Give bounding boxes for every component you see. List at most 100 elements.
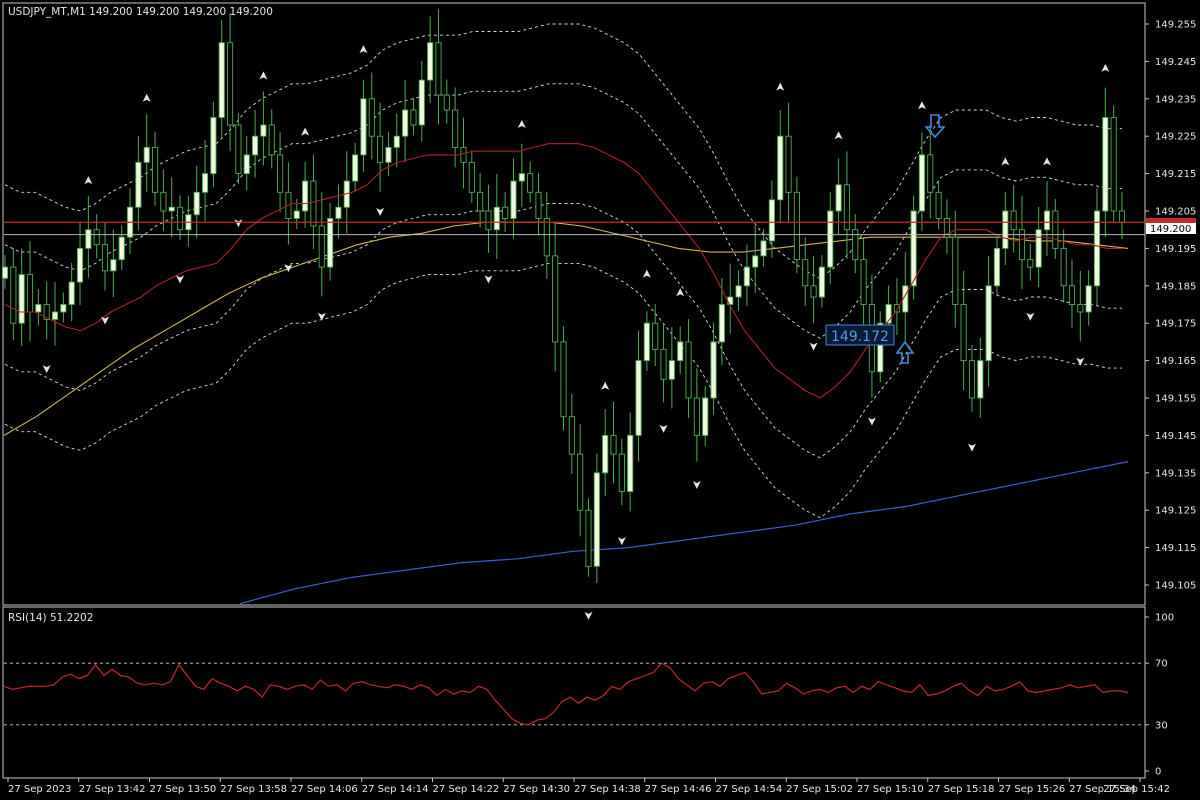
candle-body [143, 146, 150, 163]
time-tick-label: 27 Sep 15:02 [786, 784, 853, 795]
candle-body [118, 236, 125, 261]
time-tick-label: 27 Sep 15:18 [928, 784, 995, 795]
candle-body [393, 135, 400, 148]
price-tick-label: 149.185 [1155, 281, 1196, 292]
candle-body [968, 360, 976, 399]
candle-body [35, 304, 42, 313]
price-tick-label: 149.195 [1155, 244, 1196, 255]
candle-body [552, 255, 559, 343]
candle-body [585, 509, 592, 567]
candle-body [368, 98, 375, 137]
price-tick-label: 149.165 [1155, 356, 1196, 367]
time-tick-label: 27 Sep 14:22 [433, 784, 500, 795]
time-tick-label: 27 Sep 15:26 [999, 784, 1066, 795]
candle-body [110, 259, 117, 272]
candle-body [718, 304, 725, 343]
candle [1110, 105, 1117, 222]
candle-body [1118, 210, 1126, 223]
candle-body [1110, 117, 1117, 212]
candle-body [335, 206, 342, 219]
candle-body [977, 360, 984, 399]
candle-body [402, 109, 409, 137]
rsi-tick-label: 0 [1155, 767, 1161, 778]
candle-body [610, 434, 617, 455]
candle-body [177, 206, 184, 231]
candle-body [1027, 259, 1034, 268]
chart-canvas[interactable]: 149.255 149.245 149.235 149.225 149.215 149.2… [0, 0, 1200, 800]
candle-body [101, 244, 109, 272]
candle-body [310, 180, 317, 227]
candle-body [827, 210, 834, 268]
candle [560, 326, 567, 431]
candle-body [85, 229, 92, 249]
candle-body [460, 146, 467, 163]
candle-body [835, 184, 842, 212]
candle-body [443, 94, 450, 111]
candle-body [618, 453, 625, 492]
symbol-header: USDJPY_MT,M1 149.200 149.200 149.200 149… [8, 6, 273, 18]
candle-body [518, 173, 525, 182]
candle-body [960, 304, 967, 362]
candle-body [627, 434, 634, 492]
candle-body [952, 236, 959, 305]
candle-body [10, 266, 17, 324]
time-tick-label: 27 Sep 13:58 [220, 784, 287, 795]
candle-body [1010, 210, 1017, 231]
candle-body [327, 218, 334, 268]
candle-body [1002, 210, 1009, 249]
rsi-tick-label: 100 [1155, 613, 1174, 624]
candle-body [643, 322, 650, 362]
candle-body [26, 274, 34, 313]
candle-body [277, 154, 284, 193]
candle-body [985, 285, 992, 362]
price-tick-label: 149.115 [1155, 543, 1196, 554]
candle-body [568, 416, 575, 455]
candle-body [76, 247, 84, 283]
candle-body [202, 173, 209, 193]
candle-body [218, 42, 225, 118]
candle [593, 453, 600, 584]
candle-body [68, 281, 75, 305]
candle-body [227, 42, 234, 126]
candle-body [1068, 285, 1076, 305]
candle-body [151, 146, 159, 193]
candle-body [785, 135, 792, 193]
candle-body [352, 154, 359, 182]
candle-body [560, 341, 567, 418]
price-tick-label: 149.175 [1155, 319, 1196, 330]
candle-body [752, 255, 759, 268]
candle-body [510, 180, 517, 219]
price-tick-label: 149.245 [1155, 57, 1196, 68]
candle-body [935, 191, 942, 219]
candle-body [1018, 229, 1026, 261]
candle-body [302, 180, 309, 212]
candle-body [710, 341, 717, 399]
price-tick-label: 149.215 [1155, 169, 1196, 180]
candle-body [502, 206, 509, 219]
time-tick-label: 27 Sep 15:42 [1103, 784, 1170, 795]
candle-body [852, 229, 859, 261]
candle-body [252, 135, 259, 156]
price-tick-label: 149.135 [1155, 468, 1196, 479]
candle-body [1043, 210, 1051, 231]
price-tick-label: 149.145 [1155, 431, 1196, 442]
price-tick-label: 149.225 [1155, 132, 1196, 143]
candle-body [160, 191, 167, 212]
candle-body [452, 109, 459, 148]
candle-body [635, 360, 642, 436]
candle-body [777, 135, 784, 201]
candle-body [51, 311, 59, 320]
time-tick-label: 27 Sep 14:46 [645, 784, 712, 795]
candle-body [660, 348, 667, 380]
candle-body [93, 229, 100, 246]
candle-body [860, 259, 867, 305]
candle-body [593, 472, 600, 567]
candle-body [268, 124, 275, 156]
price-annotation-label: 149.172 [831, 329, 889, 345]
candle-body [1035, 229, 1042, 268]
price-annotation[interactable]: 149.172 [825, 324, 895, 346]
candle-body [418, 79, 425, 126]
candle-body [527, 173, 534, 193]
candle-body [927, 154, 934, 193]
candle-body [135, 161, 142, 208]
